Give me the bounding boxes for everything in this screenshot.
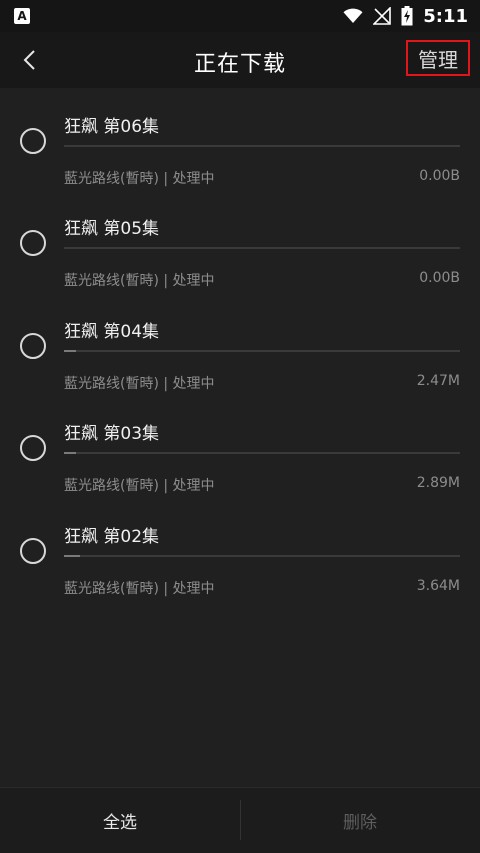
episode-status: 藍光路线(暫時) | 处理中: [64, 273, 215, 290]
delete-button[interactable]: 删除: [240, 788, 480, 853]
status-indicators: 5:11: [343, 4, 468, 28]
progress-track: [64, 349, 460, 352]
status-bar: A 5:11: [0, 0, 480, 32]
manage-button[interactable]: 管理: [406, 40, 470, 76]
episode-title: 狂飙 第02集: [64, 526, 160, 547]
select-radio[interactable]: [20, 230, 46, 257]
progress-fill: [64, 554, 80, 557]
download-item[interactable]: 狂飙 第06集 藍光路线(暫時) | 处理中 0.00B: [0, 88, 480, 190]
episode-title: 狂飙 第04集: [64, 321, 160, 342]
download-item[interactable]: 狂飙 第02集 藍光路线(暫時) | 处理中 3.64M: [0, 498, 480, 600]
download-item[interactable]: 狂飙 第05集 藍光路线(暫時) | 处理中 0.00B: [0, 190, 480, 292]
episode-status: 藍光路线(暫時) | 处理中: [64, 478, 215, 495]
episode-title: 狂飙 第06集: [64, 117, 160, 137]
top-app-bar: 正在下载 管理: [0, 32, 480, 88]
episode-size: 2.47M: [416, 372, 460, 389]
episode-size: 3.64M: [416, 577, 460, 594]
episode-size: 0.00B: [419, 270, 460, 287]
wifi-icon: [343, 8, 363, 23]
status-time: 5:11: [423, 5, 468, 27]
bottom-action-bar: 全选 删除: [0, 787, 480, 853]
app-notification-icon: A: [14, 8, 30, 24]
progress-track: [64, 554, 460, 557]
episode-title: 狂飙 第05集: [64, 219, 160, 240]
progress-fill: [64, 349, 76, 352]
progress-track: [64, 145, 460, 147]
select-all-button[interactable]: 全选: [0, 788, 240, 853]
episode-size: 0.00B: [419, 168, 460, 184]
progress-fill: [64, 452, 76, 455]
download-item[interactable]: 狂飙 第03集 藍光路线(暫時) | 处理中 2.89M: [0, 395, 480, 497]
episode-status: 藍光路线(暫時) | 处理中: [64, 171, 215, 187]
select-radio[interactable]: [20, 332, 46, 359]
no-signal-icon: [373, 7, 392, 25]
download-list: 狂飙 第06集 藍光路线(暫時) | 处理中 0.00B 狂飙 第05集 藍光路…: [0, 88, 480, 600]
episode-title: 狂飙 第03集: [64, 424, 160, 445]
select-radio[interactable]: [20, 435, 46, 462]
select-radio[interactable]: [20, 128, 46, 154]
progress-track: [64, 247, 460, 250]
download-item[interactable]: 狂飙 第04集 藍光路线(暫時) | 处理中 2.47M: [0, 293, 480, 395]
app-notification-letter: A: [17, 9, 27, 23]
episode-status: 藍光路线(暫時) | 处理中: [64, 375, 215, 392]
battery-charging-icon: [401, 6, 413, 26]
episode-size: 2.89M: [416, 475, 460, 492]
progress-track: [64, 452, 460, 455]
select-radio[interactable]: [20, 537, 46, 564]
episode-status: 藍光路线(暫時) | 处理中: [64, 580, 215, 597]
